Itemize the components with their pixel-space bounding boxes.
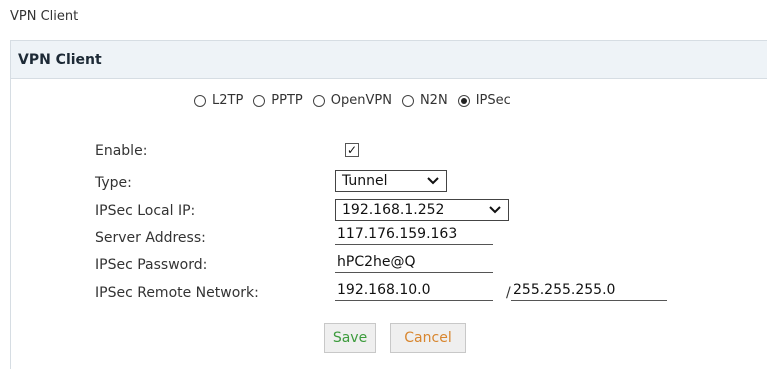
radio-button-icon[interactable] xyxy=(401,94,414,107)
radio-button-selected-icon[interactable] xyxy=(457,94,470,107)
network-mask-separator: / xyxy=(506,285,511,301)
radio-label-l2tp: L2TP xyxy=(212,93,244,108)
server-address-label: Server Address: xyxy=(95,230,206,246)
radio-button-icon[interactable] xyxy=(194,94,206,107)
chevron-down-icon xyxy=(427,177,439,185)
chevron-down-icon xyxy=(489,206,501,214)
radio-ipsec[interactable]: IPSec xyxy=(457,93,511,108)
radio-label-openvpn: OpenVPN xyxy=(330,93,392,108)
remote-mask-field[interactable]: 255.255.255.0 xyxy=(511,279,667,301)
password-label: IPSec Password: xyxy=(95,257,208,273)
local-ip-label: IPSec Local IP: xyxy=(95,203,196,219)
radio-openvpn[interactable]: OpenVPN xyxy=(312,93,392,108)
protocol-radio-group: L2TP PPTP OpenVPN N2N IPSec xyxy=(194,93,521,108)
server-address-field[interactable]: 117.176.159.163 xyxy=(335,223,493,245)
checkmark-icon: ✓ xyxy=(346,143,358,157)
radio-n2n[interactable]: N2N xyxy=(401,93,448,108)
radio-button-icon[interactable] xyxy=(312,94,325,107)
type-select-value: Tunnel xyxy=(342,173,388,189)
radio-label-ipsec: IPSec xyxy=(475,93,511,108)
vpn-client-panel: VPN Client L2TP PPTP OpenVPN N2N IPSec E… xyxy=(10,40,767,369)
remote-network-label: IPSec Remote Network: xyxy=(95,285,259,301)
radio-button-icon[interactable] xyxy=(253,94,266,107)
radio-label-n2n: N2N xyxy=(419,93,448,108)
panel-header-title: VPN Client xyxy=(18,51,102,68)
password-field[interactable]: hPC2he@Q xyxy=(335,251,493,273)
panel-header: VPN Client xyxy=(11,41,767,79)
type-select[interactable]: Tunnel xyxy=(335,170,447,192)
page-title: VPN Client xyxy=(10,9,79,24)
radio-pptp[interactable]: PPTP xyxy=(253,93,303,108)
local-ip-select-value: 192.168.1.252 xyxy=(342,202,445,218)
radio-label-pptp: PPTP xyxy=(271,93,303,108)
enable-checkbox[interactable]: ✓ xyxy=(345,143,359,157)
remote-network-field[interactable]: 192.168.10.0 xyxy=(335,279,493,301)
local-ip-select[interactable]: 192.168.1.252 xyxy=(335,199,509,221)
save-button[interactable]: Save xyxy=(324,323,376,353)
cancel-button[interactable]: Cancel xyxy=(390,323,466,353)
radio-l2tp[interactable]: L2TP xyxy=(194,93,243,108)
type-label: Type: xyxy=(95,175,132,191)
enable-label: Enable: xyxy=(95,143,148,159)
